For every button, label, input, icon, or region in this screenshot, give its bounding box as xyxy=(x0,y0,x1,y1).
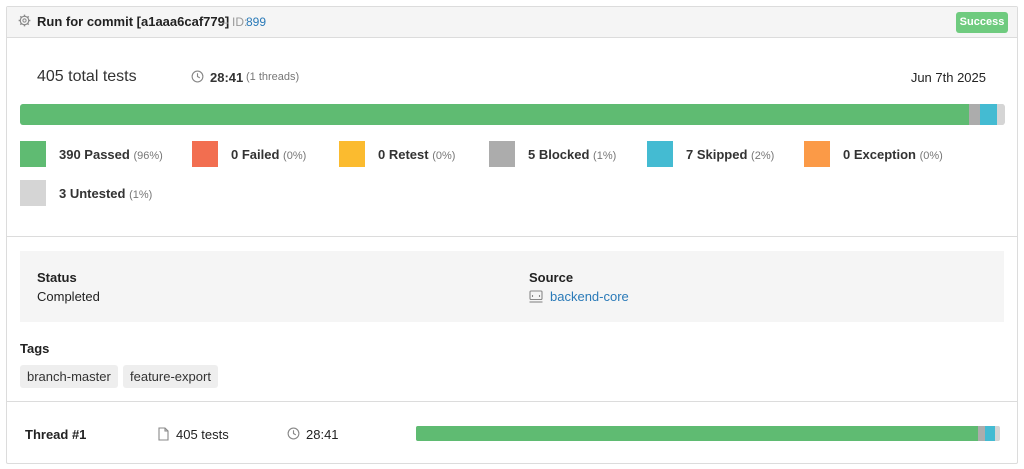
legend-percent: (96%) xyxy=(133,150,163,162)
thread-duration: 28:41 xyxy=(306,427,339,442)
legend-percent: (1%) xyxy=(129,189,153,201)
progress-segment-passed xyxy=(20,104,969,125)
thread-progress-segment-blocked xyxy=(978,426,986,441)
progress-segment-blocked xyxy=(968,104,981,125)
legend-label-retest: 0 Retest (0%) xyxy=(378,147,455,162)
legend-label-untested: 3 Untested (1%) xyxy=(59,186,152,201)
run-title: Run for commit [a1aaa6caf779] xyxy=(37,14,230,29)
legend-count: 0 Exception xyxy=(843,147,916,162)
progress-segment-skipped xyxy=(980,104,998,125)
legend-label-passed: 390 Passed (96%) xyxy=(59,147,163,162)
legend-percent: (0%) xyxy=(432,150,456,162)
status-badge: Success xyxy=(956,12,1008,33)
run-date: Jun 7th 2025 xyxy=(910,70,986,85)
legend-swatch-untested xyxy=(20,180,46,206)
source-label: Source xyxy=(529,270,574,285)
legend-swatch-exception xyxy=(804,141,830,167)
clock-icon xyxy=(287,427,300,440)
section-divider xyxy=(7,401,1017,402)
status-value: Completed xyxy=(37,289,100,304)
legend-percent: (0%) xyxy=(919,150,943,162)
thread-progress-segment-untested xyxy=(995,426,1000,441)
legend-label-exception: 0 Exception (0%) xyxy=(843,147,943,162)
legend-swatch-failed xyxy=(192,141,218,167)
run-duration: 28:41 xyxy=(210,70,244,85)
legend-swatch-passed xyxy=(20,141,46,167)
total-tests: 405 total tests xyxy=(37,68,137,85)
gear-icon xyxy=(18,14,31,27)
legend-swatch-blocked xyxy=(489,141,515,167)
legend-percent: (2%) xyxy=(751,150,775,162)
run-id-prefix: – ID: xyxy=(222,15,248,29)
legend-percent: (1%) xyxy=(593,150,617,162)
legend-count: 0 Failed xyxy=(231,147,280,162)
legend-label-blocked: 5 Blocked (1%) xyxy=(528,147,616,162)
status-label: Status xyxy=(37,270,77,285)
legend-count: 7 Skipped xyxy=(686,147,748,162)
thread-count: (1 threads) xyxy=(246,71,300,83)
legend-swatch-skipped xyxy=(647,141,673,167)
legend-count: 390 Passed xyxy=(59,147,130,162)
details-panel: Status Completed Source backend-core xyxy=(20,251,1004,322)
run-header: Run for commit [a1aaa6caf779] – ID: 899 … xyxy=(7,7,1017,38)
section-divider xyxy=(7,236,1017,237)
legend-count: 3 Untested xyxy=(59,186,126,201)
thread-test-count: 405 tests xyxy=(176,427,229,442)
tag-feature-export[interactable]: feature-export xyxy=(123,365,218,388)
tags-label: Tags xyxy=(20,341,50,356)
legend-percent: (0%) xyxy=(283,150,307,162)
legend-count: 5 Blocked xyxy=(528,147,590,162)
test-run-card: Run for commit [a1aaa6caf779] – ID: 899 … xyxy=(6,6,1018,464)
thread-title: Thread #1 xyxy=(25,427,87,442)
thread-progress-segment-passed xyxy=(416,426,979,441)
legend-label-skipped: 7 Skipped (2%) xyxy=(686,147,774,162)
thread-progress-bar xyxy=(416,426,1000,441)
legend-count: 0 Retest xyxy=(378,147,429,162)
repository-icon xyxy=(529,290,543,303)
document-icon xyxy=(158,427,169,441)
thread-progress-segment-skipped xyxy=(985,426,996,441)
tag-branch-master[interactable]: branch-master xyxy=(20,365,118,388)
results-progress-bar xyxy=(20,104,1005,125)
legend-swatch-retest xyxy=(339,141,365,167)
legend-label-failed: 0 Failed (0%) xyxy=(231,147,306,162)
run-id-link[interactable]: 899 xyxy=(246,15,266,29)
clock-icon xyxy=(191,70,204,83)
source-link[interactable]: backend-core xyxy=(550,289,629,304)
progress-segment-untested xyxy=(997,104,1004,125)
